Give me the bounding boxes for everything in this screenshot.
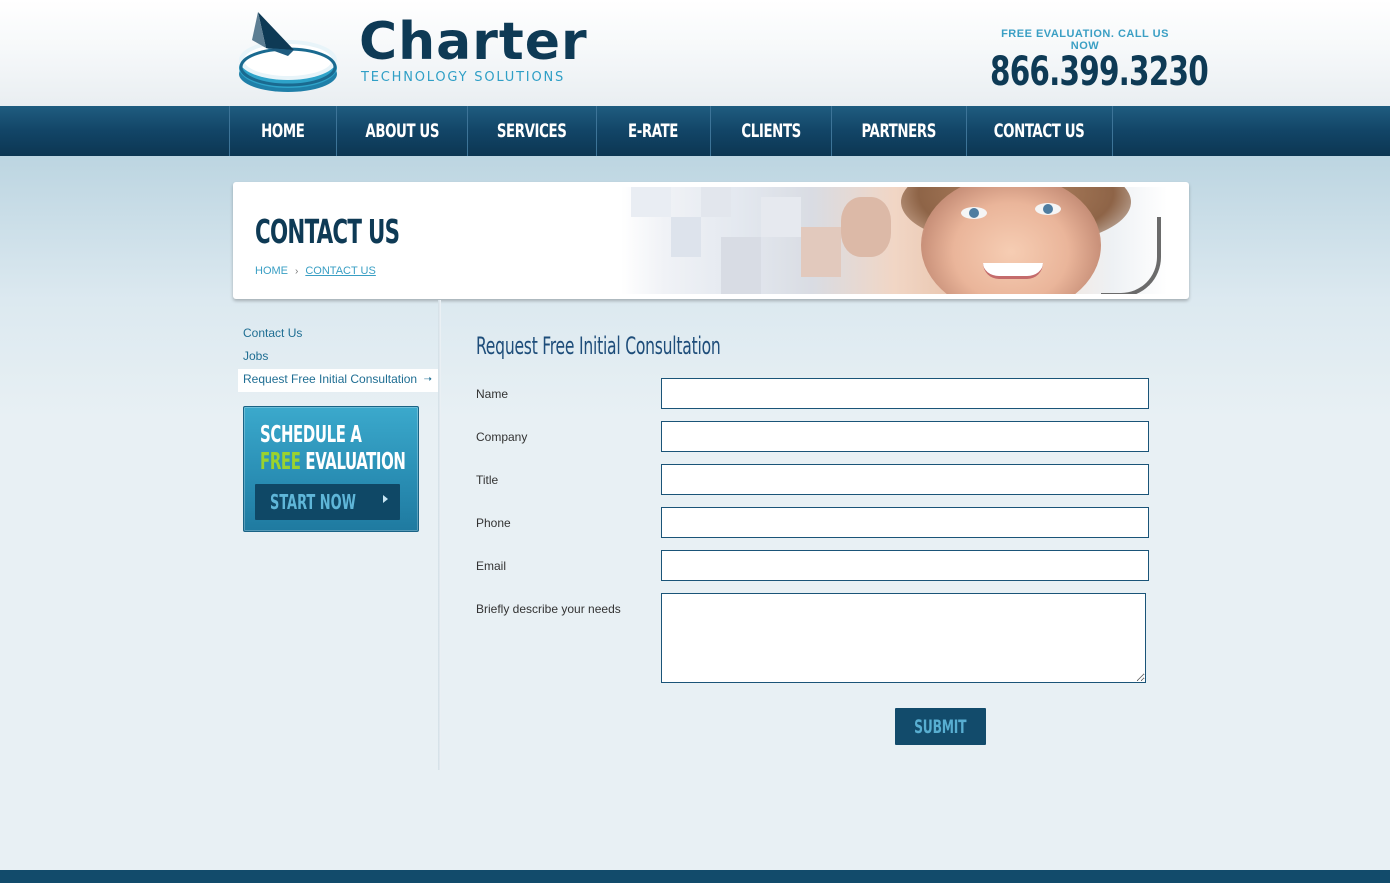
company-label: Company bbox=[476, 430, 528, 444]
charter-logo[interactable]: Charter TECHNOLOGY SOLUTIONS bbox=[238, 10, 598, 96]
page-title: CONTACT US bbox=[255, 212, 400, 251]
photo-blur-block bbox=[801, 227, 841, 277]
photo-blur-block bbox=[841, 197, 891, 257]
sidebar-divider bbox=[438, 300, 441, 770]
nav-item-partners[interactable]: PARTNERS bbox=[832, 106, 967, 156]
nav-label: ABOUT US bbox=[365, 120, 439, 142]
nav-item-home[interactable]: HOME bbox=[230, 106, 337, 156]
photo-smile bbox=[983, 263, 1043, 279]
nav-bar: HOME ABOUT US SERVICES E-RATE CLIENTS PA… bbox=[229, 106, 1113, 156]
main-navigation: HOME ABOUT US SERVICES E-RATE CLIENTS PA… bbox=[0, 106, 1390, 156]
play-arrow-icon bbox=[383, 495, 388, 503]
sidebar-nav: Contact Us Jobs Request Free Initial Con… bbox=[238, 323, 438, 392]
needs-textarea[interactable] bbox=[661, 593, 1146, 683]
logo-subtitle: TECHNOLOGY SOLUTIONS bbox=[361, 70, 566, 85]
breadcrumb-current-link[interactable]: CONTACT US bbox=[305, 265, 376, 277]
email-label: Email bbox=[476, 559, 507, 573]
footer-bar bbox=[0, 870, 1390, 883]
phone-label: Phone bbox=[476, 516, 511, 530]
nav-item-contact-us[interactable]: CONTACT US bbox=[967, 106, 1113, 156]
photo-blur-block bbox=[631, 187, 671, 217]
email-field[interactable] bbox=[661, 550, 1149, 581]
photo-blur-block bbox=[721, 237, 761, 294]
promo-heading-line1: SCHEDULE A bbox=[260, 422, 362, 448]
company-field[interactable] bbox=[661, 421, 1149, 452]
nav-label: HOME bbox=[261, 120, 305, 142]
submit-button[interactable]: SUBMIT bbox=[895, 708, 986, 745]
name-field[interactable] bbox=[661, 378, 1149, 409]
nav-label: PARTNERS bbox=[861, 120, 937, 142]
photo-eye bbox=[1035, 203, 1061, 215]
schedule-evaluation-promo: SCHEDULE A FREE EVALUATION START NOW bbox=[243, 406, 419, 532]
phone-field[interactable] bbox=[661, 507, 1149, 538]
photo-blur-block bbox=[761, 197, 801, 237]
page-banner: CONTACT US HOME › CONTACT US bbox=[233, 182, 1189, 299]
nav-label: CLIENTS bbox=[741, 120, 801, 142]
submit-label: SUBMIT bbox=[914, 715, 967, 738]
breadcrumb: HOME › CONTACT US bbox=[255, 265, 376, 277]
start-now-button[interactable]: START NOW bbox=[255, 484, 400, 520]
sidebar-item-jobs[interactable]: Jobs bbox=[238, 346, 438, 369]
title-field[interactable] bbox=[661, 464, 1149, 495]
nav-label: CONTACT US bbox=[994, 120, 1085, 142]
nav-item-services[interactable]: SERVICES bbox=[468, 106, 597, 156]
promo-free-highlight: FREE bbox=[260, 449, 301, 475]
photo-eye bbox=[961, 207, 987, 219]
sidebar-item-label: Request Free Initial Consultation bbox=[243, 372, 418, 386]
nav-item-clients[interactable]: CLIENTS bbox=[711, 106, 832, 156]
photo-blur-block bbox=[671, 217, 701, 257]
nav-item-about-us[interactable]: ABOUT US bbox=[337, 106, 468, 156]
sidebar-item-contact-us[interactable]: Contact Us bbox=[238, 323, 438, 346]
nav-label: SERVICES bbox=[497, 120, 567, 142]
breadcrumb-separator-icon: › bbox=[295, 265, 299, 277]
name-label: Name bbox=[476, 387, 509, 401]
site-header: Charter TECHNOLOGY SOLUTIONS FREE EVALUA… bbox=[0, 0, 1390, 106]
needs-label: Briefly describe your needs bbox=[476, 602, 621, 616]
promo-heading-rest: EVALUATION bbox=[300, 449, 406, 475]
arrow-right-icon: ➝ bbox=[423, 374, 432, 385]
title-label: Title bbox=[476, 473, 499, 487]
sidebar-item-request-consultation[interactable]: Request Free Initial Consultation ➝ bbox=[238, 369, 438, 392]
promo-heading-line2: FREE EVALUATION bbox=[260, 449, 406, 475]
form-title: Request Free Initial Consultation bbox=[476, 332, 721, 360]
nav-item-e-rate[interactable]: E-RATE bbox=[597, 106, 711, 156]
logo-disc-icon bbox=[239, 12, 337, 92]
breadcrumb-home-link[interactable]: HOME bbox=[255, 265, 288, 277]
start-now-label: START NOW bbox=[270, 490, 356, 514]
logo-wordmark: Charter bbox=[359, 12, 588, 72]
headset-icon bbox=[1101, 217, 1161, 294]
photo-blur-block bbox=[701, 187, 731, 217]
nav-label: E-RATE bbox=[628, 120, 679, 142]
support-agent-photo bbox=[621, 187, 1167, 294]
phone-number[interactable]: 866.399.3230 bbox=[990, 52, 1209, 92]
